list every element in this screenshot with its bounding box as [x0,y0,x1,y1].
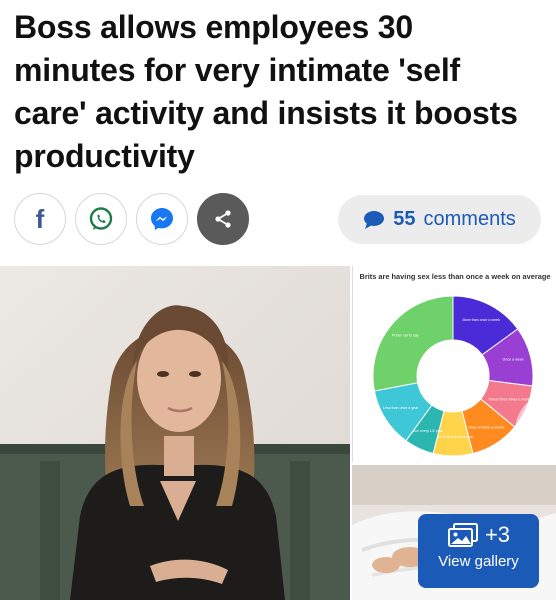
more-share-button[interactable] [197,193,249,245]
donut-slice-label: Once a week [503,358,524,362]
facebook-icon: f [35,204,45,234]
donut-slice-label: Prefer not to say [392,333,419,337]
whatsapp-share-button[interactable] [75,193,127,245]
share-bar: f [14,193,249,245]
messenger-icon [151,208,173,230]
view-gallery-button[interactable]: +3 View gallery [418,514,539,588]
donut-slice-label: More than once a week [462,318,500,322]
donut-slice-label: Twice to four times a year [433,435,475,439]
comments-button[interactable]: 55 comments [338,195,541,244]
donut-slice-label: Once every 1/2 year [410,429,443,433]
share-icon [215,210,231,228]
comment-bubble-icon [364,210,385,229]
comments-count: 55 [393,208,416,230]
whatsapp-icon [89,207,113,230]
gallery-count: +3 [484,522,511,547]
woman-portrait-image [0,266,350,600]
chevron-right-icon [526,416,543,446]
messenger-share-button[interactable] [136,193,188,245]
chart-title: Brits are having sex less than once a we… [359,272,551,281]
donut-slice [372,295,454,392]
donut-slice-label: Once or twice a month [468,425,504,429]
gallery-images-icon [447,523,478,547]
facebook-share-button[interactable]: f [14,193,66,245]
headline: Boss allows employees 30 minutes for ver… [14,9,518,174]
article-main-photo[interactable] [0,266,350,600]
comments-label: comments [423,208,516,230]
donut-slice-label: Less than once a year [383,406,419,410]
view-gallery-label: View gallery [438,553,519,570]
donut-slice-label: Twice/ three times a month [488,398,531,402]
